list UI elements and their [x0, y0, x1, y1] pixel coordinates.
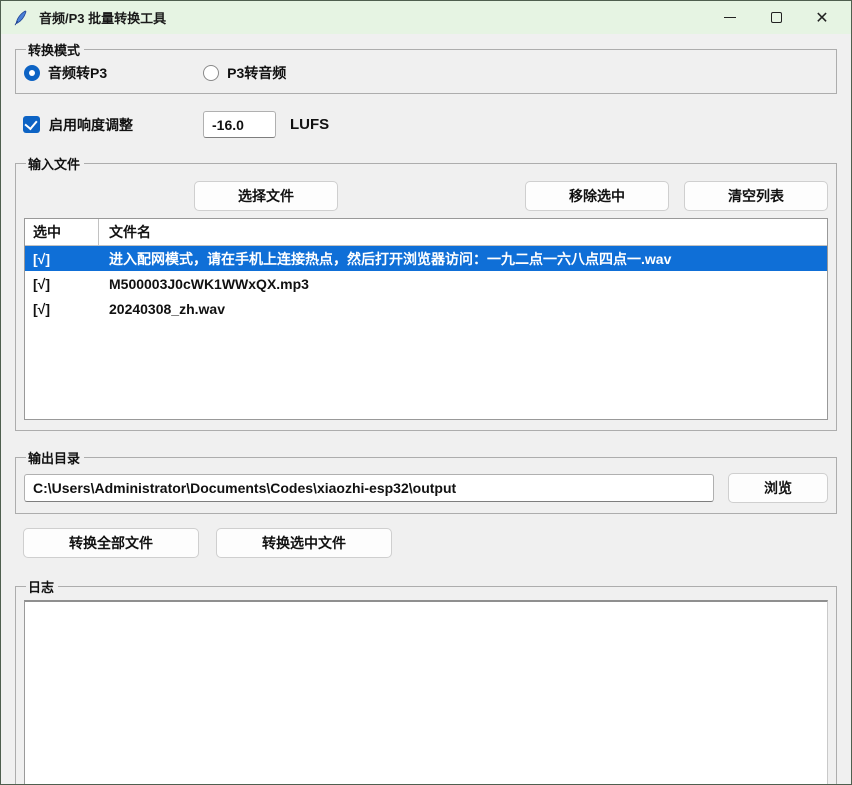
input-files-group: 输入文件 选择文件 移除选中 清空列表 选中 文件名 [√] 进入配网模式，请在… — [15, 154, 837, 431]
clear-list-button[interactable]: 清空列表 — [684, 181, 828, 211]
window-title: 音频/P3 批量转换工具 — [39, 8, 166, 27]
conversion-mode-title: 转换模式 — [26, 40, 84, 59]
output-directory-title: 输出目录 — [26, 448, 84, 467]
table-row[interactable]: [√] 20240308_zh.wav — [25, 296, 827, 321]
window-controls: ✕ — [707, 1, 851, 34]
row-filename-cell: 20240308_zh.wav — [99, 301, 827, 317]
file-table: 选中 文件名 [√] 进入配网模式，请在手机上连接热点，然后打开浏览器访问：一九… — [24, 218, 828, 420]
row-checked-cell: [√] — [25, 251, 99, 267]
log-group: 日志 — [15, 577, 837, 785]
row-filename-cell: 进入配网模式，请在手机上连接热点，然后打开浏览器访问：一九二点一六八点四点一.w… — [99, 249, 827, 269]
close-icon: ✕ — [815, 8, 828, 28]
conversion-mode-group: 转换模式 音频转P3 P3转音频 — [15, 40, 837, 94]
browse-button[interactable]: 浏览 — [728, 473, 828, 503]
table-row[interactable]: [√] M500003J0cWK1WWxQX.mp3 — [25, 271, 827, 296]
row-checked-cell: [√] — [25, 276, 99, 292]
radio-unselected-icon — [203, 65, 219, 81]
close-button[interactable]: ✕ — [799, 1, 845, 34]
output-directory-group: 输出目录 浏览 — [15, 448, 837, 514]
minimize-icon — [724, 17, 736, 18]
row-filename-cell: M500003J0cWK1WWxQX.mp3 — [99, 276, 827, 292]
minimize-button[interactable] — [707, 1, 753, 34]
loudness-row: 启用响度调整 LUFS — [23, 111, 837, 138]
output-path-input[interactable] — [24, 474, 714, 502]
app-feather-icon — [13, 10, 29, 26]
conversion-mode-options: 音频转P3 P3转音频 — [24, 63, 828, 83]
titlebar: 音频/P3 批量转换工具 ✕ — [1, 1, 851, 34]
loudness-value-input[interactable] — [203, 111, 276, 138]
select-files-button[interactable]: 选择文件 — [194, 181, 338, 211]
radio-audio-to-p3[interactable]: 音频转P3 — [24, 63, 107, 83]
maximize-button[interactable] — [753, 1, 799, 34]
file-table-header: 选中 文件名 — [25, 219, 827, 246]
column-header-filename[interactable]: 文件名 — [99, 222, 827, 242]
convert-selected-button[interactable]: 转换选中文件 — [216, 528, 392, 558]
remove-selected-button[interactable]: 移除选中 — [525, 181, 669, 211]
maximize-icon — [771, 12, 782, 23]
convert-all-button[interactable]: 转换全部文件 — [23, 528, 199, 558]
app-window: 音频/P3 批量转换工具 ✕ 转换模式 音频转P3 P3转音频 — [0, 0, 852, 785]
column-header-checked[interactable]: 选中 — [25, 219, 99, 245]
file-buttons-row: 选择文件 移除选中 清空列表 — [24, 181, 828, 211]
lufs-unit-label: LUFS — [290, 116, 329, 133]
loudness-checkbox-label: 启用响度调整 — [49, 115, 133, 135]
log-textarea[interactable] — [24, 600, 828, 785]
input-files-title: 输入文件 — [26, 154, 84, 173]
radio-p3-to-audio-label: P3转音频 — [227, 63, 286, 83]
convert-buttons-row: 转换全部文件 转换选中文件 — [23, 528, 837, 558]
output-row: 浏览 — [24, 473, 828, 503]
radio-p3-to-audio[interactable]: P3转音频 — [203, 63, 286, 83]
row-checked-cell: [√] — [25, 301, 99, 317]
content: 转换模式 音频转P3 P3转音频 启用响度调整 LUFS 输入文件 — [1, 34, 851, 785]
loudness-checkbox[interactable] — [23, 116, 40, 133]
log-title: 日志 — [26, 577, 58, 596]
radio-selected-icon — [24, 65, 40, 81]
radio-audio-to-p3-label: 音频转P3 — [48, 63, 107, 83]
table-row[interactable]: [√] 进入配网模式，请在手机上连接热点，然后打开浏览器访问：一九二点一六八点四… — [25, 246, 827, 271]
